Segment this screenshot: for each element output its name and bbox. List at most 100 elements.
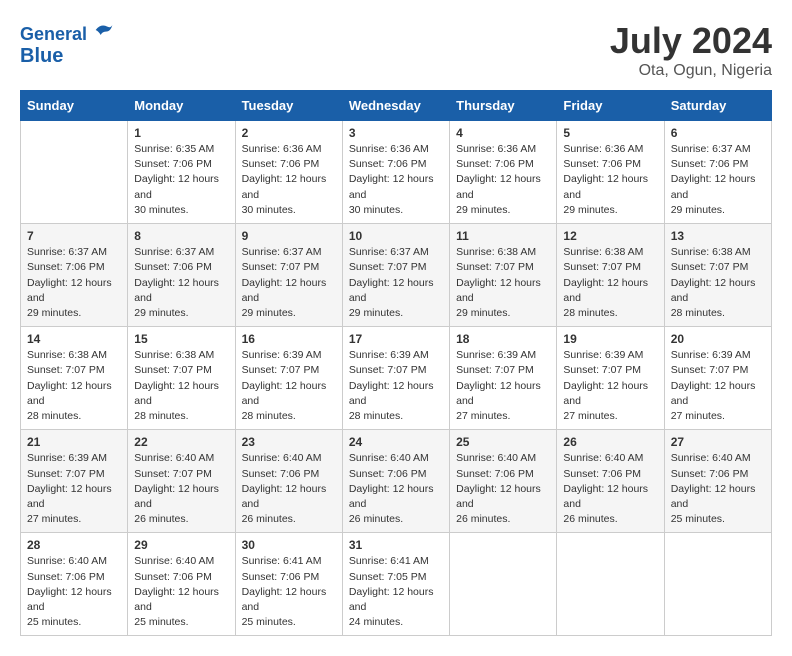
calendar-week-row: 21 Sunrise: 6:39 AMSunset: 7:07 PMDayligh… (21, 430, 772, 533)
weekday-header-monday: Monday (128, 91, 235, 121)
calendar-cell: 1 Sunrise: 6:35 AMSunset: 7:06 PMDaylight… (128, 121, 235, 224)
calendar-cell: 14Sunrise: 6:38 AMSunset: 7:07 PMDayligh… (21, 327, 128, 430)
calendar-cell: 31 Sunrise: 6:41 AMSunset: 7:05 PMDayligh… (342, 533, 449, 636)
day-info: Sunrise: 6:39 AMSunset: 7:07 PMDaylight:… (242, 348, 336, 424)
day-info: Sunrise: 6:40 AMSunset: 7:06 PMDaylight:… (563, 451, 657, 527)
calendar-cell: 5Sunrise: 6:36 AMSunset: 7:06 PMDaylight… (557, 121, 664, 224)
day-info: Sunrise: 6:40 AMSunset: 7:07 PMDaylight:… (134, 451, 228, 527)
day-number: 25 (456, 435, 550, 449)
day-number: 31 (349, 538, 443, 552)
day-info: Sunrise: 6:36 AMSunset: 7:06 PMDaylight:… (456, 142, 550, 218)
day-info: Sunrise: 6:37 AMSunset: 7:06 PMDaylight:… (27, 245, 121, 321)
day-info: Sunrise: 6:40 AMSunset: 7:06 PMDaylight:… (671, 451, 765, 527)
calendar-cell: 25 Sunrise: 6:40 AMSunset: 7:06 PMDayligh… (450, 430, 557, 533)
location: Ota, Ogun, Nigeria (610, 62, 772, 80)
calendar-cell: 23Sunrise: 6:40 AMSunset: 7:06 PMDayligh… (235, 430, 342, 533)
calendar-cell (21, 121, 128, 224)
day-number: 1 (134, 126, 228, 140)
day-info: Sunrise: 6:38 AMSunset: 7:07 PMDaylight:… (456, 245, 550, 321)
day-number: 27 (671, 435, 765, 449)
day-number: 16 (242, 332, 336, 346)
logo: General Blue (20, 20, 114, 67)
calendar-cell: 28Sunrise: 6:40 AMSunset: 7:06 PMDayligh… (21, 533, 128, 636)
calendar-cell: 17Sunrise: 6:39 AMSunset: 7:07 PMDayligh… (342, 327, 449, 430)
calendar-cell: 21 Sunrise: 6:39 AMSunset: 7:07 PMDayligh… (21, 430, 128, 533)
day-info: Sunrise: 6:40 AMSunset: 7:06 PMDaylight:… (349, 451, 443, 527)
day-number: 28 (27, 538, 121, 552)
day-number: 30 (242, 538, 336, 552)
day-number: 11 (456, 229, 550, 243)
calendar-cell: 3Sunrise: 6:36 AMSunset: 7:06 PMDaylight… (342, 121, 449, 224)
calendar-cell: 20 Sunrise: 6:39 AMSunset: 7:07 PMDayligh… (664, 327, 771, 430)
day-info: Sunrise: 6:35 AMSunset: 7:06 PMDaylight:… (134, 142, 228, 218)
calendar-week-row: 28 Sunrise: 6:40 AMSunset: 7:06 PMDayligh… (21, 533, 772, 636)
day-number: 23 (242, 435, 336, 449)
day-info: Sunrise: 6:41 AMSunset: 7:05 PMDaylight:… (349, 554, 443, 630)
calendar-cell: 13 Sunrise: 6:38 AMSunset: 7:07 PMDayligh… (664, 224, 771, 327)
weekday-header-tuesday: Tuesday (235, 91, 342, 121)
day-info: Sunrise: 6:38 AMSunset: 7:07 PMDaylight:… (671, 245, 765, 321)
calendar-cell: 2 Sunrise: 6:36 AMSunset: 7:06 PMDaylight… (235, 121, 342, 224)
day-info: Sunrise: 6:37 AMSunset: 7:07 PMDaylight:… (242, 245, 336, 321)
day-info: Sunrise: 6:37 AMSunset: 7:07 PMDaylight:… (349, 245, 443, 321)
calendar-cell (557, 533, 664, 636)
day-number: 4 (456, 126, 550, 140)
calendar-cell: 8Sunrise: 6:37 AMSunset: 7:06 PMDaylight… (128, 224, 235, 327)
day-number: 29 (134, 538, 228, 552)
weekday-header-saturday: Saturday (664, 91, 771, 121)
day-info: Sunrise: 6:39 AMSunset: 7:07 PMDaylight:… (456, 348, 550, 424)
day-info: Sunrise: 6:36 AMSunset: 7:06 PMDaylight:… (242, 142, 336, 218)
calendar-cell: 19 Sunrise: 6:39 AMSunset: 7:07 PMDayligh… (557, 327, 664, 430)
day-info: Sunrise: 6:36 AMSunset: 7:06 PMDaylight:… (563, 142, 657, 218)
day-info: Sunrise: 6:38 AMSunset: 7:07 PMDaylight:… (134, 348, 228, 424)
day-info: Sunrise: 6:39 AMSunset: 7:07 PMDaylight:… (671, 348, 765, 424)
logo-general: General (20, 24, 87, 44)
day-number: 19 (563, 332, 657, 346)
day-number: 26 (563, 435, 657, 449)
header: General Blue July 2024 Ota, Ogun, Nigeri… (20, 20, 772, 80)
weekday-header-row: SundayMondayTuesdayWednesdayThursdayFrid… (21, 91, 772, 121)
calendar-cell: 10 Sunrise: 6:37 AMSunset: 7:07 PMDayligh… (342, 224, 449, 327)
day-number: 2 (242, 126, 336, 140)
calendar-cell: 29 Sunrise: 6:40 AMSunset: 7:06 PMDayligh… (128, 533, 235, 636)
day-info: Sunrise: 6:39 AMSunset: 7:07 PMDaylight:… (27, 451, 121, 527)
calendar-week-row: 14Sunrise: 6:38 AMSunset: 7:07 PMDayligh… (21, 327, 772, 430)
calendar-cell: 30Sunrise: 6:41 AMSunset: 7:06 PMDayligh… (235, 533, 342, 636)
title-area: July 2024 Ota, Ogun, Nigeria (610, 20, 772, 80)
calendar-cell: 4 Sunrise: 6:36 AMSunset: 7:06 PMDaylight… (450, 121, 557, 224)
day-number: 12 (563, 229, 657, 243)
day-number: 9 (242, 229, 336, 243)
day-info: Sunrise: 6:38 AMSunset: 7:07 PMDaylight:… (563, 245, 657, 321)
calendar-cell: 7 Sunrise: 6:37 AMSunset: 7:06 PMDaylight… (21, 224, 128, 327)
day-number: 6 (671, 126, 765, 140)
calendar-cell: 15 Sunrise: 6:38 AMSunset: 7:07 PMDayligh… (128, 327, 235, 430)
day-number: 18 (456, 332, 550, 346)
day-number: 15 (134, 332, 228, 346)
calendar-cell: 12 Sunrise: 6:38 AMSunset: 7:07 PMDayligh… (557, 224, 664, 327)
day-info: Sunrise: 6:40 AMSunset: 7:06 PMDaylight:… (456, 451, 550, 527)
calendar-cell: 27 Sunrise: 6:40 AMSunset: 7:06 PMDayligh… (664, 430, 771, 533)
day-number: 8 (134, 229, 228, 243)
calendar-week-row: 7 Sunrise: 6:37 AMSunset: 7:06 PMDaylight… (21, 224, 772, 327)
calendar-cell: 18 Sunrise: 6:39 AMSunset: 7:07 PMDayligh… (450, 327, 557, 430)
month-year: July 2024 (610, 20, 772, 62)
calendar-cell: 6Sunrise: 6:37 AMSunset: 7:06 PMDaylight… (664, 121, 771, 224)
day-number: 24 (349, 435, 443, 449)
day-number: 13 (671, 229, 765, 243)
weekday-header-thursday: Thursday (450, 91, 557, 121)
calendar-cell: 11 Sunrise: 6:38 AMSunset: 7:07 PMDayligh… (450, 224, 557, 327)
day-number: 22 (134, 435, 228, 449)
day-number: 7 (27, 229, 121, 243)
logo-bird-icon (94, 20, 114, 40)
logo-blue: Blue (20, 45, 63, 67)
calendar-cell: 24 Sunrise: 6:40 AMSunset: 7:06 PMDayligh… (342, 430, 449, 533)
day-info: Sunrise: 6:40 AMSunset: 7:06 PMDaylight:… (134, 554, 228, 630)
calendar-cell: 16 Sunrise: 6:39 AMSunset: 7:07 PMDayligh… (235, 327, 342, 430)
day-number: 21 (27, 435, 121, 449)
calendar-week-row: 1 Sunrise: 6:35 AMSunset: 7:06 PMDaylight… (21, 121, 772, 224)
weekday-header-wednesday: Wednesday (342, 91, 449, 121)
day-info: Sunrise: 6:39 AMSunset: 7:07 PMDaylight:… (563, 348, 657, 424)
day-number: 10 (349, 229, 443, 243)
calendar-cell (450, 533, 557, 636)
day-number: 20 (671, 332, 765, 346)
